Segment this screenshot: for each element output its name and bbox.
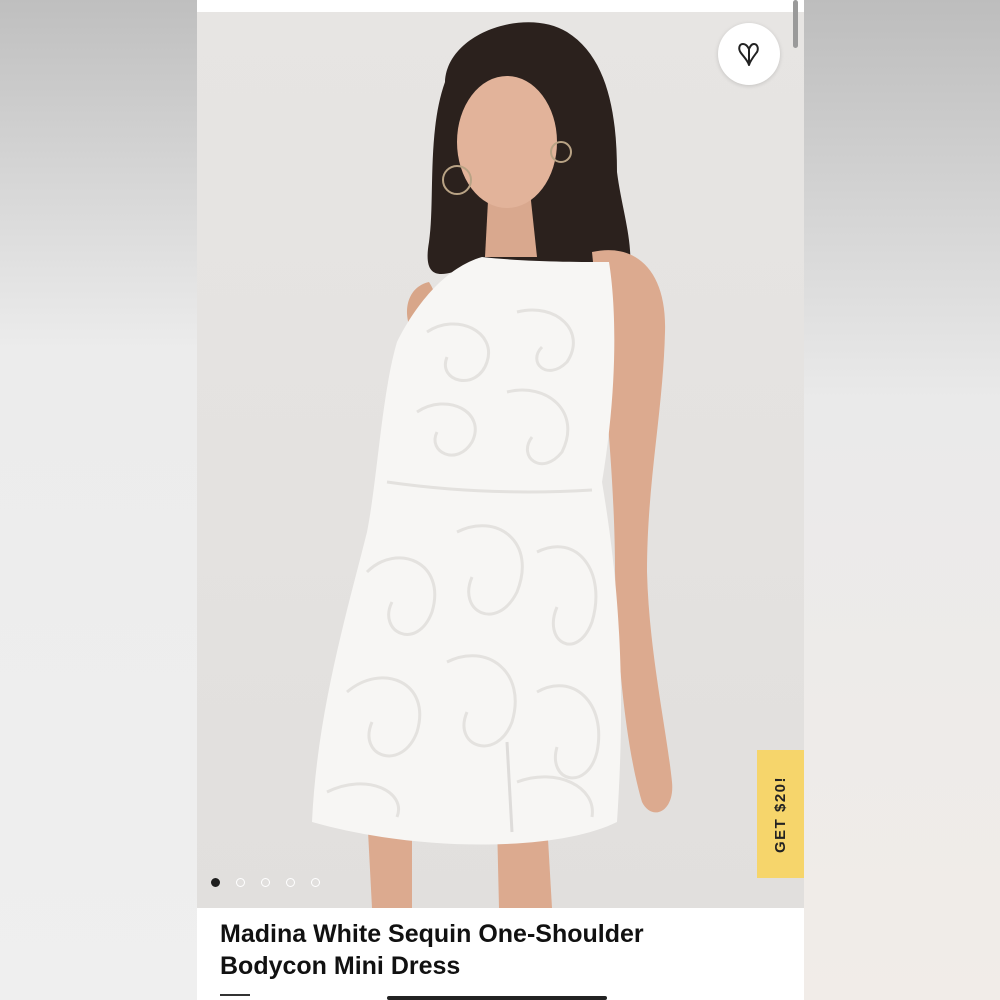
carousel-dot[interactable] [286, 878, 295, 887]
promo-label: GET $20! [772, 775, 789, 853]
carousel-dot[interactable] [211, 878, 220, 887]
right-blurred-backdrop [804, 0, 1000, 1000]
scroll-indicator[interactable] [793, 0, 798, 48]
carousel-dot[interactable] [311, 878, 320, 887]
left-blurred-backdrop [0, 0, 197, 1000]
product-title: Madina White Sequin One-Shoulder Bodycon… [220, 918, 780, 982]
carousel-dot[interactable] [236, 878, 245, 887]
product-image[interactable] [197, 12, 804, 908]
wishlist-button[interactable] [718, 23, 780, 85]
rating-bar-partial [387, 996, 607, 1000]
product-page: GET $20! Madina White Sequin One-Shoulde… [197, 0, 804, 1000]
product-title-line-1: Madina White Sequin One-Shoulder [220, 920, 644, 948]
brand-logo-partial [220, 994, 250, 1000]
carousel-dot[interactable] [261, 878, 270, 887]
product-title-line-2: Bodycon Mini Dress [220, 952, 461, 980]
promo-tab[interactable]: GET $20! [757, 750, 804, 878]
status-strip [197, 0, 804, 12]
model-photo-illustration [312, 22, 673, 908]
heart-icon [738, 43, 759, 66]
carousel-dots [211, 878, 320, 887]
